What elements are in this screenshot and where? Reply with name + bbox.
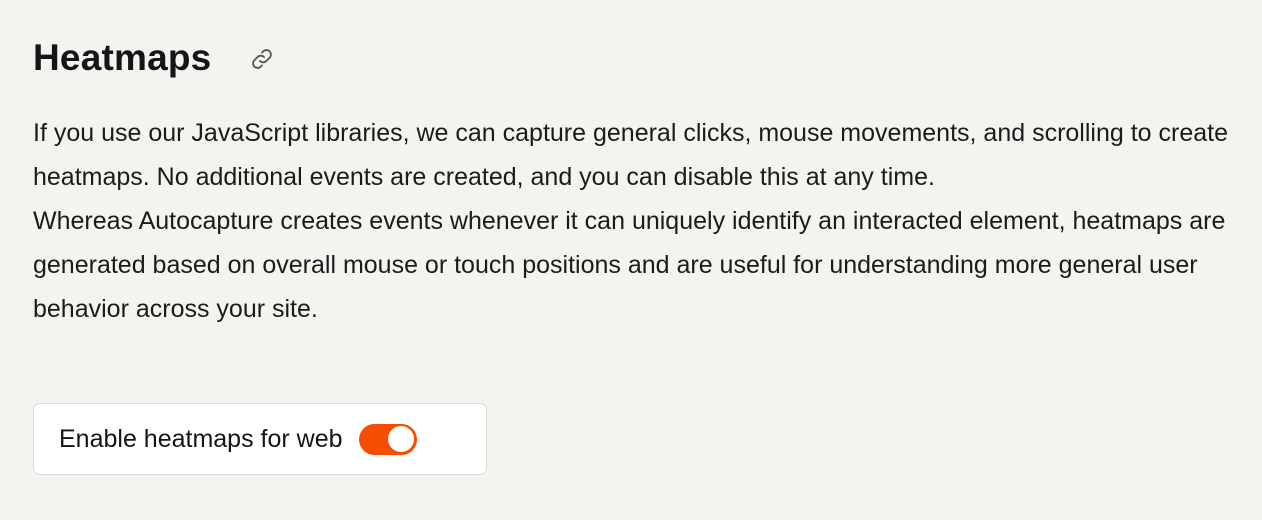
switch-knob <box>387 426 414 452</box>
section-header: Heatmaps <box>33 30 1248 86</box>
link-icon[interactable] <box>249 46 275 72</box>
heatmaps-section: Heatmaps If you use our JavaScript libra… <box>33 30 1248 331</box>
toggle-label: Enable heatmaps for web <box>59 424 343 453</box>
section-title: Heatmaps <box>33 37 212 78</box>
description-paragraph-2: Whereas Autocapture creates events whene… <box>33 207 1226 323</box>
description-paragraph-1: If you use our JavaScript libraries, we … <box>33 119 1228 191</box>
enable-heatmaps-toggle-card[interactable]: Enable heatmaps for web <box>33 403 487 475</box>
enable-heatmaps-switch[interactable] <box>358 423 417 455</box>
